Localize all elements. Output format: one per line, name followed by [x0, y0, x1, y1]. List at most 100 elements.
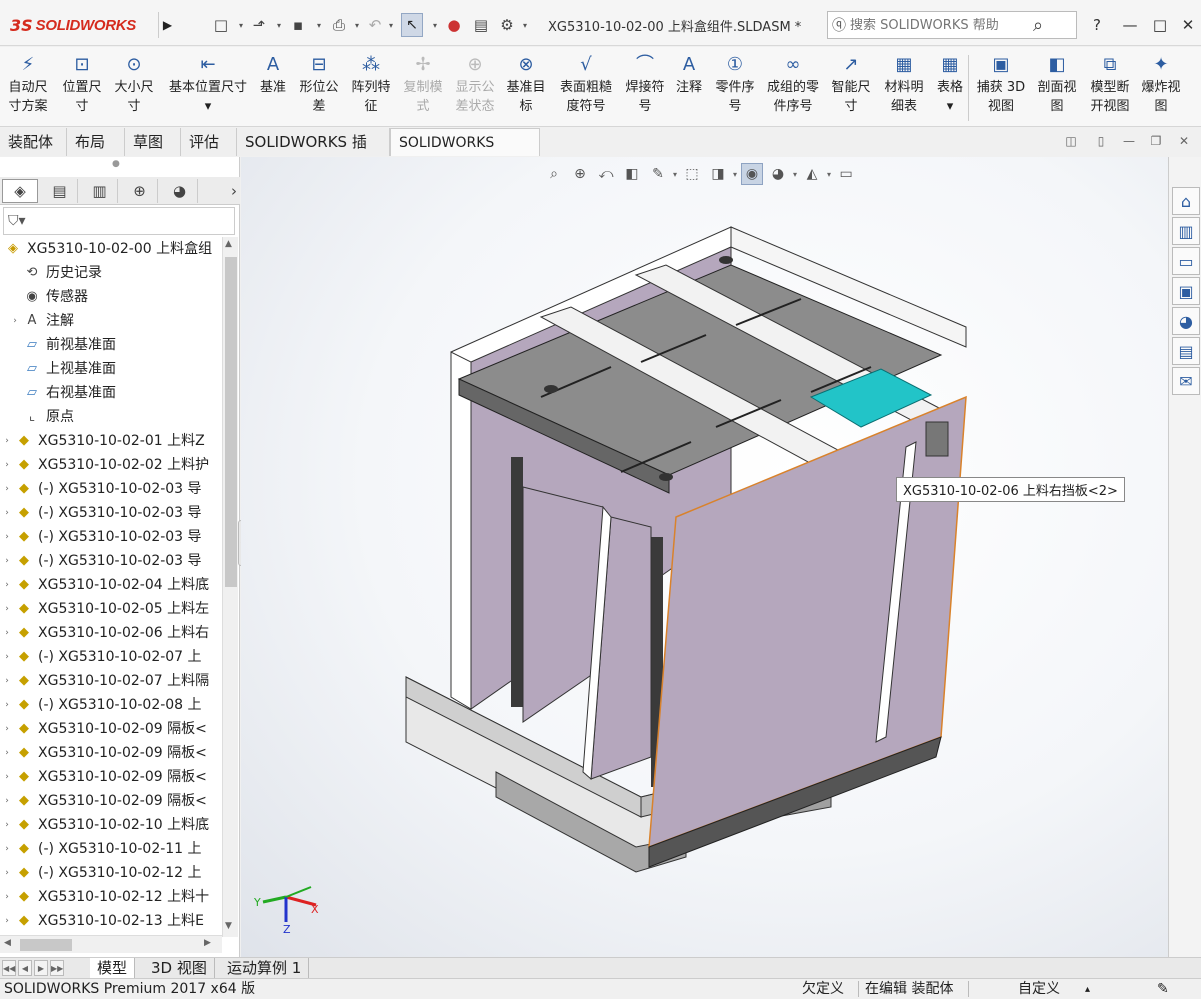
tree-item[interactable]: › ◆ (-) XG5310-10-02-03 导 [0, 477, 222, 501]
tree-item[interactable]: › ◆ XG5310-10-02-02 上料护 [0, 453, 222, 477]
pane-minimize-icon[interactable]: — [1120, 134, 1138, 152]
expand-arrow-icon[interactable]: › [0, 861, 14, 885]
expand-arrow-icon[interactable]: › [0, 765, 14, 789]
ribbon-button-5[interactable]: ⊟ 形位公差 [294, 52, 344, 124]
expand-arrow-icon[interactable]: › [0, 549, 14, 573]
tree-item[interactable]: › ◆ (-) XG5310-10-02-03 导 [0, 525, 222, 549]
expand-arrow-icon[interactable]: › [0, 741, 14, 765]
solidworks-logo[interactable]: 3S SOLIDWORKS [10, 12, 156, 38]
tree-item[interactable]: › ◆ XG5310-10-02-06 上料右 [0, 621, 222, 645]
last-tab-icon[interactable]: ▶▶ [50, 960, 64, 976]
tree-item[interactable]: › ◆ XG5310-10-02-09 隔板< [0, 741, 222, 765]
expand-arrow-icon[interactable]: › [0, 909, 14, 933]
tree-item[interactable]: › ◆ XG5310-10-02-12 上料十 [0, 885, 222, 909]
expand-arrow-icon[interactable]: › [0, 717, 14, 741]
ribbon-button-19[interactable]: ◧ 剖面视图 [1032, 52, 1082, 124]
ribbon-button-21[interactable]: ✦ 爆炸视图 [1136, 52, 1186, 124]
tree-item[interactable]: › ◆ XG5310-10-02-01 上料Z [0, 429, 222, 453]
dimxpert-tab-icon[interactable]: ⊕ [122, 179, 158, 203]
tree-item[interactable]: ⟲ 历史记录 [0, 261, 222, 285]
expand-arrow-icon[interactable]: › [0, 669, 14, 693]
tree-item[interactable]: ▱ 右视基准面 [0, 381, 222, 405]
tree-item[interactable]: › ◆ XG5310-10-02-09 隔板< [0, 717, 222, 741]
expand-arrow-icon[interactable]: › [8, 309, 22, 333]
ribbon-button-16[interactable]: ▦ 材料明 细表 [878, 52, 930, 124]
graphics-area[interactable]: ⌕ ⊕ ⤺ ◧ ✎ ▾ ⬚ ◨ ▾ ◉ ◕ ▾ ◭ ▾ ▭ X Y Z XG53… [241, 157, 1168, 957]
scroll-up-icon[interactable]: ▲ [225, 239, 232, 249]
bottom-tab-1[interactable]: 3D 视图 [144, 958, 215, 979]
expand-arrow-icon[interactable]: › [0, 429, 14, 453]
tree-item[interactable]: ▱ 前视基准面 [0, 333, 222, 357]
new-document-icon[interactable]: □ [210, 14, 232, 36]
dropdown-arrow-icon[interactable]: ▾ [352, 14, 362, 36]
dropdown-arrow-icon[interactable]: ▾ [274, 14, 284, 36]
print-icon[interactable]: ⎙ [328, 14, 350, 36]
tree-root[interactable]: ◈ XG5310-10-02-00 上料盒组 [0, 237, 222, 261]
expand-arrow-icon[interactable]: › [0, 789, 14, 813]
tree-item[interactable]: › ◆ (-) XG5310-10-02-03 导 [0, 549, 222, 573]
dropdown-arrow-icon[interactable]: ▾ [236, 14, 246, 36]
dropdown-arrow-icon[interactable]: ▾ [430, 14, 440, 36]
panel-splitter-handle[interactable]: ● [112, 159, 120, 169]
assembly-model[interactable]: X Y Z [241, 157, 1168, 957]
search-box[interactable]: ⓠ ⌕ [827, 11, 1077, 39]
expand-arrow-icon[interactable]: › [0, 693, 14, 717]
scroll-left-icon[interactable]: ◀ [4, 938, 11, 948]
status-tools-icon[interactable]: ✎ [1157, 980, 1169, 999]
solidworks-forum-icon[interactable]: ✉ [1172, 367, 1200, 395]
tree-item[interactable]: › ◆ XG5310-10-02-10 上料底 [0, 813, 222, 837]
scroll-right-icon[interactable]: ▶ [204, 938, 211, 948]
tree-item[interactable]: › ◆ (-) XG5310-10-02-03 导 [0, 501, 222, 525]
tab-5[interactable]: SOLIDWORKS MBD [390, 128, 540, 179]
expand-arrow-icon[interactable]: › [0, 525, 14, 549]
ribbon-button-17[interactable]: ▦ 表格 ▾ [934, 52, 966, 124]
solidworks-resources-icon[interactable]: ⌂ [1172, 187, 1200, 215]
file-properties-icon[interactable]: ▤ [470, 14, 492, 36]
dropdown-arrow-icon[interactable]: ▾ [520, 14, 530, 36]
ribbon-button-6[interactable]: ⁂ 阵列特征 [346, 52, 396, 124]
ribbon-button-18[interactable]: ▣ 捕获 3D 视图 [974, 52, 1028, 124]
options-gear-icon[interactable]: ⚙ [496, 14, 518, 36]
dropdown-arrow-icon[interactable]: ▾ [314, 14, 324, 36]
ribbon-button-10[interactable]: √ 表面粗糙 度符号 [556, 52, 616, 124]
tree-item[interactable]: › ◆ (-) XG5310-10-02-11 上 [0, 837, 222, 861]
pane-restore-down-icon[interactable]: ❐ [1147, 134, 1165, 152]
featuremanager-tab-icon[interactable]: ◈ [2, 179, 38, 203]
select-icon[interactable]: ↖ [401, 13, 423, 37]
expand-arrow-icon[interactable]: › [0, 813, 14, 837]
prev-tab-icon[interactable]: ◀ [18, 960, 32, 976]
ribbon-button-2[interactable]: ⊙ 大小尺寸 [108, 52, 160, 124]
design-library-icon[interactable]: ▥ [1172, 217, 1200, 245]
tree-item[interactable]: ◉ 传感器 [0, 285, 222, 309]
tree-item[interactable]: › ◆ XG5310-10-02-07 上料隔 [0, 669, 222, 693]
tree-item[interactable]: › ◆ (-) XG5310-10-02-08 上 [0, 693, 222, 717]
ribbon-button-14[interactable]: ∞ 成组的零 件序号 [762, 52, 824, 124]
scrollbar-thumb[interactable] [20, 939, 72, 951]
expand-arrow-icon[interactable]: › [0, 597, 14, 621]
pane-close-icon[interactable]: ✕ [1175, 134, 1193, 152]
custom-properties-icon[interactable]: ▤ [1172, 337, 1200, 365]
expand-arrow-icon[interactable]: › [0, 837, 14, 861]
search-input[interactable] [850, 17, 1025, 33]
tree-filter[interactable]: ⛉▾ [3, 207, 235, 235]
tab-4[interactable]: SOLIDWORKS 插件 [237, 128, 390, 179]
tree-vertical-scrollbar[interactable]: ▲ ▼ [222, 237, 238, 937]
tree-item[interactable]: › ◆ XG5310-10-02-13 上料E [0, 909, 222, 933]
scroll-down-icon[interactable]: ▼ [225, 921, 232, 931]
view-palette-icon[interactable]: ▣ [1172, 277, 1200, 305]
ribbon-button-13[interactable]: ① 零件序号 [712, 52, 758, 124]
tree-item[interactable]: › ◆ XG5310-10-02-09 隔板< [0, 789, 222, 813]
rebuild-traffic-light-icon[interactable]: ● [443, 14, 465, 36]
unit-system[interactable]: 自定义 [1018, 980, 1060, 999]
tab-0[interactable]: 装配体 [0, 128, 67, 156]
appearance-tab-icon[interactable]: ◕ [162, 179, 198, 203]
minimize-icon[interactable]: — [1118, 12, 1142, 38]
tree-item[interactable]: ⌞ 原点 [0, 405, 222, 429]
ribbon-button-1[interactable]: ⊡ 位置尺寸 [56, 52, 108, 124]
tree-item[interactable]: ▱ 上视基准面 [0, 357, 222, 381]
expand-arrow-icon[interactable]: › [0, 621, 14, 645]
bottom-tab-2[interactable]: 运动算例 1 [220, 958, 310, 979]
ribbon-button-15[interactable]: ↗ 智能尺寸 [826, 52, 876, 124]
propertymanager-tab-icon[interactable]: ▤ [42, 179, 78, 203]
ribbon-button-12[interactable]: A 注释 [670, 52, 708, 124]
